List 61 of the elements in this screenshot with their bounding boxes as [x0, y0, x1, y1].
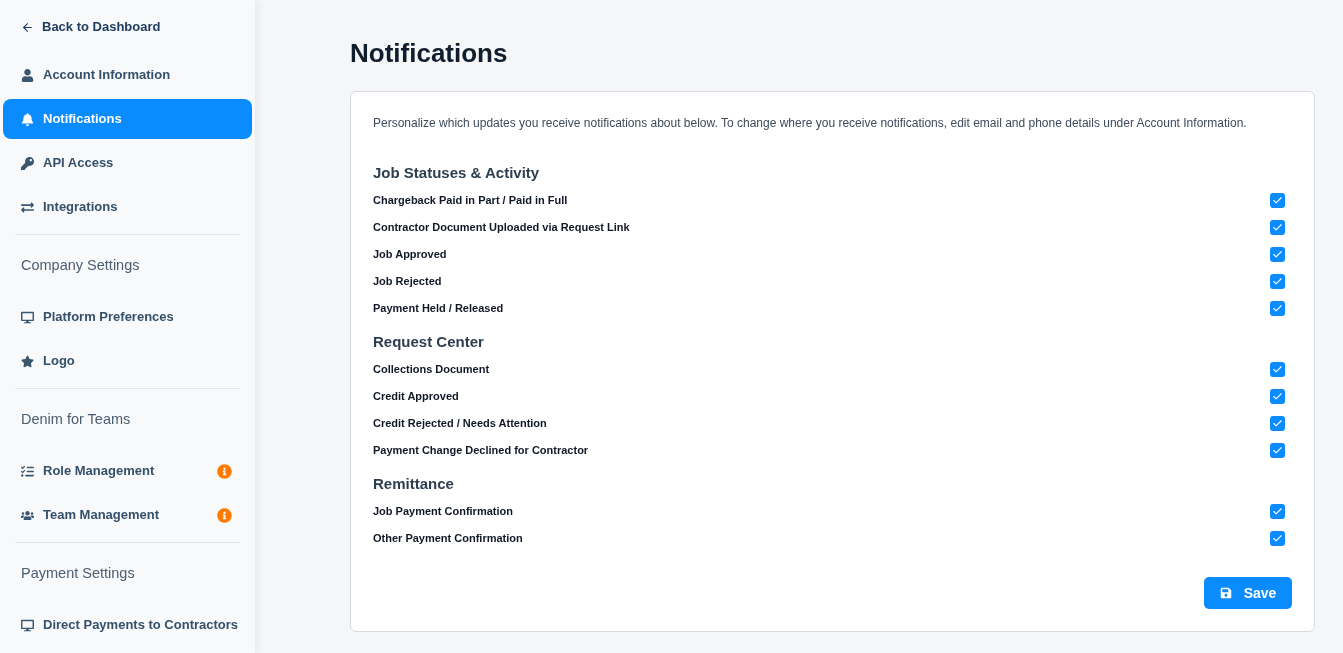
- bell-icon: [21, 112, 34, 126]
- page-title: Notifications: [350, 37, 509, 69]
- check-icon: [1272, 276, 1283, 287]
- checkbox[interactable]: [1270, 274, 1285, 289]
- checkbox[interactable]: [1270, 301, 1285, 316]
- option-label: Payment Change Declined for Contractor: [373, 443, 589, 459]
- checkbox[interactable]: [1270, 247, 1285, 262]
- group-heading: Remittance: [373, 474, 455, 494]
- checkbox[interactable]: [1270, 531, 1285, 546]
- section-heading: Denim for Teams: [20, 410, 132, 429]
- checkbox[interactable]: [1270, 504, 1285, 519]
- description-text: Personalize which updates you receive notifications about below. To change where you receive notifications, edit email and phone details under Account Information.: [373, 115, 1248, 132]
- option-label: Job Payment Confirmation: [373, 504, 513, 520]
- group-heading: Request Center: [373, 332, 485, 352]
- user-icon: [21, 68, 34, 82]
- checkbox[interactable]: [1270, 220, 1285, 235]
- check-icon: [1272, 364, 1283, 375]
- check-icon: [1272, 533, 1283, 544]
- checklist-icon: [21, 464, 34, 478]
- check-icon: [1272, 391, 1283, 402]
- option-label: Collections Document: [373, 362, 490, 378]
- sidebar-item[interactable]: Direct Payments to Contractors: [3, 605, 252, 645]
- check-icon: [1272, 506, 1283, 517]
- sidebar-item[interactable]: Team Management: [3, 495, 252, 535]
- option-label: Credit Approved: [373, 389, 459, 405]
- sidebar-item[interactable]: API Access: [3, 143, 252, 183]
- save-icon: [1219, 587, 1232, 599]
- star-icon: [21, 354, 34, 368]
- checkbox[interactable]: [1270, 362, 1285, 377]
- option-label: Credit Rejected / Needs Attention: [373, 416, 547, 432]
- monitor-icon: [21, 618, 34, 632]
- arrow-left-icon: [21, 20, 34, 34]
- group-heading: Job Statuses & Activity: [373, 163, 541, 183]
- check-icon: [1272, 222, 1283, 233]
- key-icon: [21, 156, 34, 170]
- checkbox[interactable]: [1270, 443, 1285, 458]
- option-label: Job Approved: [373, 247, 447, 263]
- sidebar-item[interactable]: Platform Preferences: [3, 297, 252, 337]
- check-icon: [1272, 249, 1283, 260]
- sidebar-item[interactable]: Logo: [3, 341, 252, 381]
- option-label: Chargeback Paid in Part / Paid in Full: [373, 193, 568, 209]
- checkbox[interactable]: [1270, 389, 1285, 404]
- monitor-icon: [21, 310, 34, 324]
- option-label: Job Rejected: [373, 274, 442, 290]
- people-icon: [21, 508, 34, 522]
- check-icon: [1272, 445, 1283, 456]
- sidebar-item[interactable]: Integrations: [3, 187, 252, 227]
- check-icon: [1272, 303, 1283, 314]
- sidebar-item[interactable]: Role Management: [3, 451, 252, 491]
- check-icon: [1272, 418, 1283, 429]
- sidebar-item[interactable]: Account Information: [3, 55, 252, 95]
- back-link[interactable]: Back to Dashboard: [3, 17, 252, 37]
- arrows-icon: [21, 200, 34, 214]
- option-label: Contractor Document Uploaded via Request Link: [373, 220, 630, 236]
- option-label: Other Payment Confirmation: [373, 531, 523, 547]
- checkbox[interactable]: [1270, 193, 1285, 208]
- option-label: Payment Held / Released: [373, 301, 504, 317]
- checkbox[interactable]: [1270, 416, 1285, 431]
- section-heading: Company Settings: [20, 256, 141, 275]
- section-heading: Payment Settings: [20, 564, 136, 583]
- check-icon: [1272, 195, 1283, 206]
